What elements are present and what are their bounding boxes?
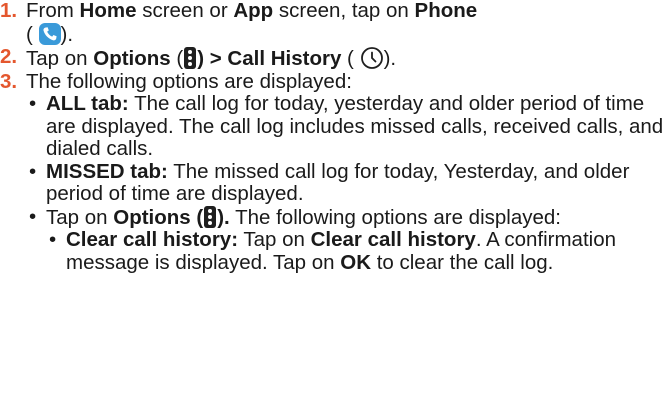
- step-text: to clear the call log.: [371, 250, 554, 274]
- step-text: screen or: [136, 0, 234, 22]
- step-text: Tap on: [26, 47, 94, 70]
- step-1: 1. From Home screen or App screen, tap o…: [0, 0, 669, 46]
- step-number: 1.: [0, 0, 18, 22]
- paren: (: [341, 47, 354, 70]
- list-item-tap-options: Tap on Options (). The following options…: [26, 205, 669, 275]
- clear-history-action: Clear call history: [310, 228, 476, 251]
- step-text: screen, tap on: [273, 0, 415, 22]
- paren: (: [170, 47, 184, 70]
- step-3: 3. The following options are displayed: …: [0, 69, 669, 275]
- options-label: Options: [93, 47, 171, 70]
- paren: (: [26, 22, 33, 46]
- step-text: From: [26, 0, 80, 22]
- options-label: Options (: [113, 205, 204, 229]
- separator: ) >: [197, 47, 228, 70]
- paren: ).: [217, 205, 230, 229]
- paren: ).: [60, 22, 74, 46]
- all-tab-description: The call log for today, yesterday and ol…: [46, 92, 664, 160]
- ok-label: OK: [340, 250, 372, 274]
- step-number: 3.: [0, 69, 18, 93]
- list-item-missed-tab: MISSED tab: The missed call log for toda…: [26, 159, 669, 206]
- instructions-document: 1. From Home screen or App screen, tap o…: [0, 0, 669, 415]
- call-history-label: Call History: [227, 47, 342, 70]
- clear-history-label: Clear call history:: [66, 228, 239, 251]
- phone-icon: [38, 22, 61, 45]
- tap-options-description: The following options are displayed:: [229, 205, 561, 229]
- more-options-icon: [184, 47, 197, 69]
- step-text: Tap on: [238, 228, 311, 251]
- more-options-icon: [204, 205, 217, 228]
- home-screen-label: Home: [79, 0, 137, 22]
- step-number: 2.: [0, 45, 18, 68]
- all-tab-label: ALL tab:: [46, 92, 129, 115]
- missed-tab-label: MISSED tab:: [46, 159, 168, 183]
- step-text: The following options are displayed:: [26, 69, 352, 93]
- app-screen-label: App: [233, 0, 274, 22]
- list-item-all-tab: ALL tab: The call log for today, yesterd…: [26, 92, 669, 161]
- clock-icon: [360, 46, 384, 70]
- options-sublist: Clear call history: Tap on Clear call hi…: [46, 228, 669, 274]
- step-2: 2. Tap on Options ( ) > Call History ( ).: [0, 45, 669, 71]
- list-item-clear-history: Clear call history: Tap on Clear call hi…: [46, 228, 669, 274]
- step-text: Tap on: [46, 205, 114, 229]
- options-list: ALL tab: The call log for today, yesterd…: [26, 92, 669, 275]
- phone-label: Phone: [414, 0, 478, 22]
- paren: ).: [383, 47, 397, 70]
